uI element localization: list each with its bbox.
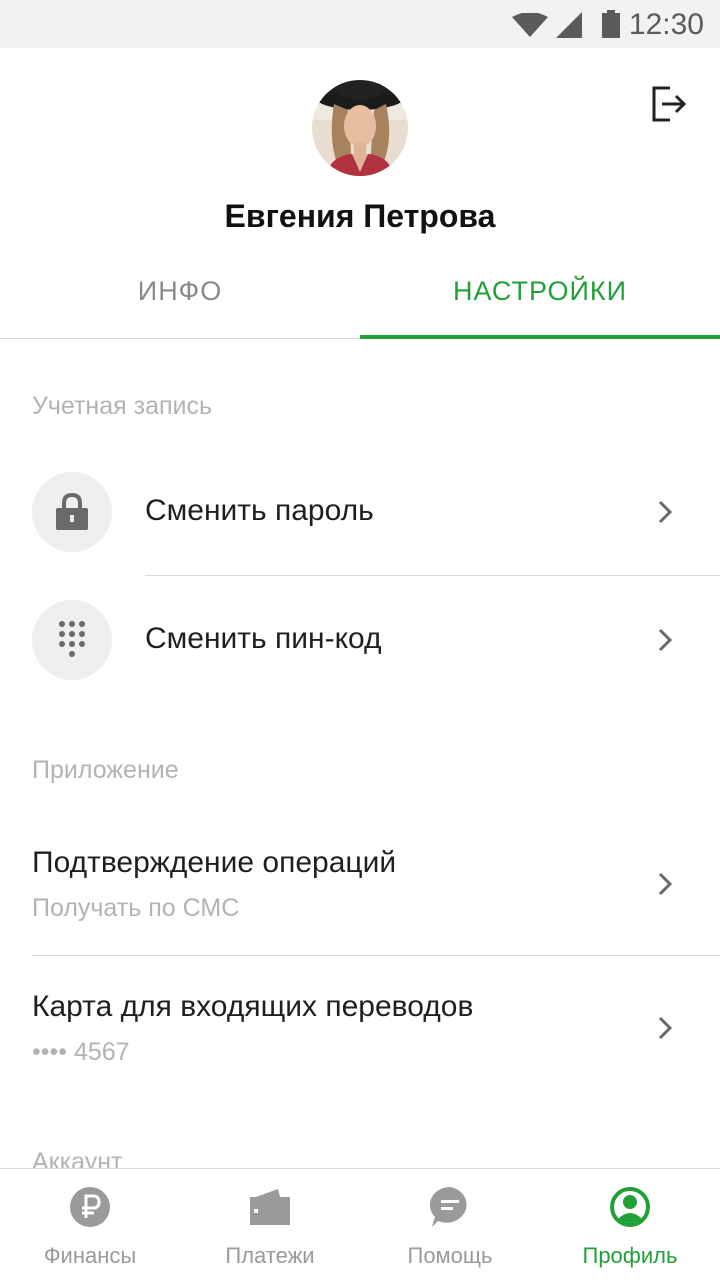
operation-confirmation-value: Получать по СМС (32, 894, 240, 922)
chevron-right-icon (658, 500, 673, 524)
keypad-icon-circle (32, 600, 112, 680)
keypad-icon (59, 621, 85, 657)
tab-settings[interactable]: НАСТРОЙКИ (360, 276, 720, 307)
nav-profile-label: Профиль (582, 1243, 678, 1268)
profile-icon (610, 1187, 650, 1227)
status-time: 12:30 (628, 8, 704, 41)
chevron-right-icon (658, 1016, 673, 1040)
change-pin-row[interactable]: Сменить пин-код (0, 600, 720, 680)
section-title-app: Приложение (32, 756, 179, 784)
chevron-right-icon (658, 628, 673, 652)
nav-payments-label: Платежи (225, 1243, 315, 1268)
incoming-transfer-card-number: •••• 4567 (32, 1038, 130, 1066)
profile-name: Евгения Петрова (224, 198, 496, 234)
avatar[interactable] (312, 80, 408, 176)
wallet-icon (250, 1189, 290, 1225)
logout-icon[interactable] (646, 84, 690, 124)
nav-help[interactable]: Помощь (360, 1169, 540, 1281)
change-password-label: Сменить пароль (145, 494, 374, 527)
battery-icon (602, 10, 620, 38)
bottom-nav: Финансы Платежи Помощь Профиль (0, 1168, 720, 1281)
lock-icon-circle (32, 472, 112, 552)
wifi-icon (512, 13, 548, 37)
tab-info[interactable]: ИНФО (0, 276, 360, 307)
divider (32, 955, 720, 956)
change-pin-label: Сменить пин-код (145, 622, 382, 655)
nav-profile[interactable]: Профиль (540, 1169, 720, 1281)
nav-finances-label: Финансы (43, 1243, 137, 1268)
operation-confirmation-label: Подтверждение операций (32, 846, 397, 879)
nav-help-label: Помощь (407, 1243, 493, 1268)
lock-icon (56, 492, 88, 530)
incoming-transfer-card-label: Карта для входящих переводов (32, 990, 474, 1023)
profile-header: Евгения Петрова ИНФО НАСТРОЙКИ (0, 48, 720, 340)
ruble-icon (70, 1187, 110, 1227)
operation-confirmation-row[interactable]: Подтверждение операций Получать по СМС (0, 832, 720, 942)
section-title-account: Учетная запись (32, 392, 213, 420)
chevron-right-icon (658, 872, 673, 896)
tab-active-indicator (360, 335, 720, 339)
divider (145, 575, 720, 576)
status-bar: 12:30 (0, 0, 720, 48)
chat-icon (430, 1187, 467, 1227)
change-password-row[interactable]: Сменить пароль (0, 472, 720, 552)
nav-payments[interactable]: Платежи (180, 1169, 360, 1281)
incoming-transfer-card-row[interactable]: Карта для входящих переводов •••• 4567 (0, 976, 720, 1086)
signal-icon (556, 12, 582, 38)
nav-finances[interactable]: Финансы (0, 1169, 180, 1281)
